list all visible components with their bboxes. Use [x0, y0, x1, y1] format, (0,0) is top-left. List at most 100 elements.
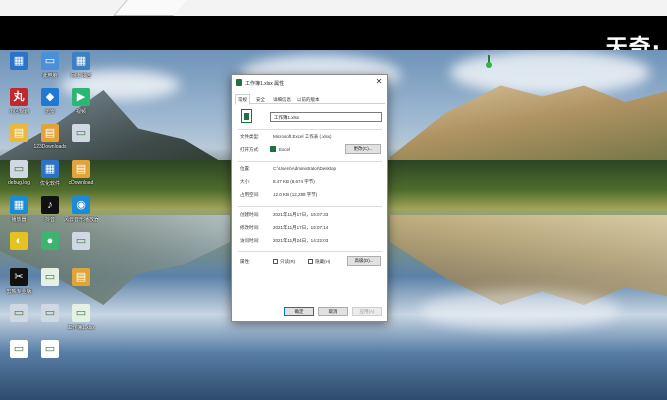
app-icon: ✂: [10, 268, 28, 286]
app-icon: ▦: [10, 196, 28, 214]
opens-label: 打开方式:: [240, 147, 260, 152]
app-icon: ▭: [41, 304, 59, 322]
app-icon: ▭: [41, 268, 59, 286]
desktop-icon[interactable]: ✂ 剪映专业版: [2, 268, 36, 308]
disk-size-label: 占用空间:: [240, 192, 260, 197]
desktop-icon[interactable]: ▤: [64, 268, 98, 308]
app-icon: ▤: [10, 124, 28, 142]
location-label: 位置:: [240, 166, 251, 171]
app-icon: ◐: [10, 232, 28, 250]
desktop-icon[interactable]: ▦ 网上邻居: [64, 52, 98, 92]
excel-file-icon: [236, 79, 242, 86]
desktop-icon[interactable]: ▤: [2, 124, 36, 164]
desktop-icon-label: 此电脑: [42, 73, 58, 79]
close-icon[interactable]: ✕: [374, 77, 384, 87]
desktop-icon-label: 迅雷: [44, 109, 55, 115]
app-icon: ▦: [72, 52, 90, 70]
app-icon: ●: [41, 232, 59, 250]
desktop-icon[interactable]: ▭ 工作簿1.xlsx: [64, 304, 98, 344]
readonly-checkbox[interactable]: [273, 259, 278, 264]
accessed-label: 访问时间:: [240, 238, 260, 243]
desktop-icon-label: 小区规划: [8, 109, 29, 115]
disk-size-value: 12.0 KB (12,288 字节): [273, 192, 318, 197]
hidden-checkbox[interactable]: [308, 259, 313, 264]
cancel-button[interactable]: 取消: [318, 307, 348, 316]
ok-button[interactable]: 确定: [284, 307, 314, 316]
created-value: 2021年11月17日，15:07:33: [273, 212, 329, 217]
readonly-label: 只读(R): [280, 259, 296, 264]
desktop-icon[interactable]: ▭: [64, 124, 98, 164]
app-icon: ▤: [72, 160, 90, 178]
tab-previous-versions[interactable]: 以前的版本: [295, 95, 322, 104]
size-label: 大小:: [240, 179, 251, 184]
desktop-icon[interactable]: ◐: [2, 232, 36, 272]
modified-label: 修改时间:: [240, 225, 260, 230]
tab-details[interactable]: 详细信息: [271, 95, 293, 104]
excel-file-icon: [241, 109, 252, 123]
app-icon: ▶: [72, 88, 90, 106]
advanced-button[interactable]: 高级(D)...: [347, 256, 381, 266]
app-icon: ▭: [10, 304, 28, 322]
video-top-bar: [0, 0, 667, 16]
desktop-icon[interactable]: ▦ 播放器: [2, 196, 36, 236]
dialog-tabs: 常规 安全 详细信息 以前的版本: [235, 94, 385, 105]
app-icon: ▤: [41, 124, 59, 142]
desktop-icon[interactable]: 丸小区规划: [2, 88, 36, 128]
excel-icon: [270, 146, 276, 152]
pin-icon: [486, 55, 492, 69]
app-icon: ♪: [41, 196, 59, 214]
divider: [238, 206, 382, 207]
desktop-icon[interactable]: ▭: [2, 340, 36, 380]
app-icon: ▭: [72, 124, 90, 142]
desktop-icon-label: 优化软件: [39, 181, 60, 187]
change-button[interactable]: 更改(C)...: [345, 144, 381, 154]
app-icon: ▤: [72, 268, 90, 286]
desktop-icon[interactable]: ▤ cDownload: [64, 160, 98, 200]
desktop-icon[interactable]: ▭: [33, 304, 67, 344]
desktop-icon[interactable]: ▶ 视频: [64, 88, 98, 128]
desktop-icon-label: 抖音: [44, 217, 55, 223]
attributes-label: 属性:: [240, 259, 251, 264]
apply-button[interactable]: 应用(A): [352, 307, 382, 316]
app-icon: ◉: [72, 196, 90, 214]
app-icon: ▭: [41, 52, 59, 70]
divider: [238, 251, 382, 252]
desktop-icon[interactable]: ◆ 迅雷: [33, 88, 67, 128]
desktop-icon-label: 工作簿1.xlsx: [67, 325, 95, 331]
tab-general[interactable]: 常规: [235, 94, 250, 105]
desktop-icon[interactable]: ▦ 优化软件: [33, 160, 67, 200]
desktop-icon[interactable]: ▭: [2, 304, 36, 344]
desktop-icon[interactable]: ●: [33, 232, 67, 272]
app-icon: ▦: [41, 160, 59, 178]
desktop-icon-label: 网上邻居: [70, 73, 91, 79]
desktop-icon-label: 视频: [75, 109, 86, 115]
desktop-icon[interactable]: ▭ 此电脑: [33, 52, 67, 92]
modified-value: 2021年11月17日，15:07:14: [273, 225, 329, 230]
cloud-reflection: [420, 290, 620, 330]
desktop-icon[interactable]: ◉ 风云音乐播放器: [64, 196, 98, 236]
accessed-value: 2021年11月24日，14:22:03: [273, 238, 329, 243]
desktop-icon-label: debug.log: [8, 180, 30, 186]
hidden-label: 隐藏(H): [315, 259, 331, 264]
divider: [238, 129, 382, 130]
app-icon: ▭: [10, 340, 28, 358]
desktop-icon[interactable]: ♪ 抖音: [33, 196, 67, 236]
desktop-icon[interactable]: ▦: [2, 52, 36, 92]
app-icon: ▭: [10, 160, 28, 178]
cloud: [450, 50, 650, 95]
app-icon: ◆: [41, 88, 59, 106]
location-value: C:\Users\Administrator\Desktop: [273, 166, 337, 171]
desktop-icon[interactable]: ▭: [33, 340, 67, 380]
dialog-button-row: 确定 取消 应用(A): [232, 304, 387, 319]
app-icon: ▭: [72, 304, 90, 322]
dialog-title-bar[interactable]: 工作簿1.xlsx 属性 ✕: [232, 75, 387, 91]
tab-security[interactable]: 安全: [254, 95, 267, 104]
letterbox-band: 天奇·: [0, 16, 667, 61]
desktop-icon[interactable]: ▤ 123Downloads: [33, 124, 67, 164]
desktop-icon[interactable]: ▭: [64, 232, 98, 272]
app-icon: ▭: [72, 232, 90, 250]
file-name-field[interactable]: 工作簿1.xlsx: [270, 112, 382, 122]
desktop-icon[interactable]: ▭: [33, 268, 67, 308]
app-icon: 丸: [10, 88, 28, 106]
desktop-icon[interactable]: ▭ debug.log: [2, 160, 36, 200]
